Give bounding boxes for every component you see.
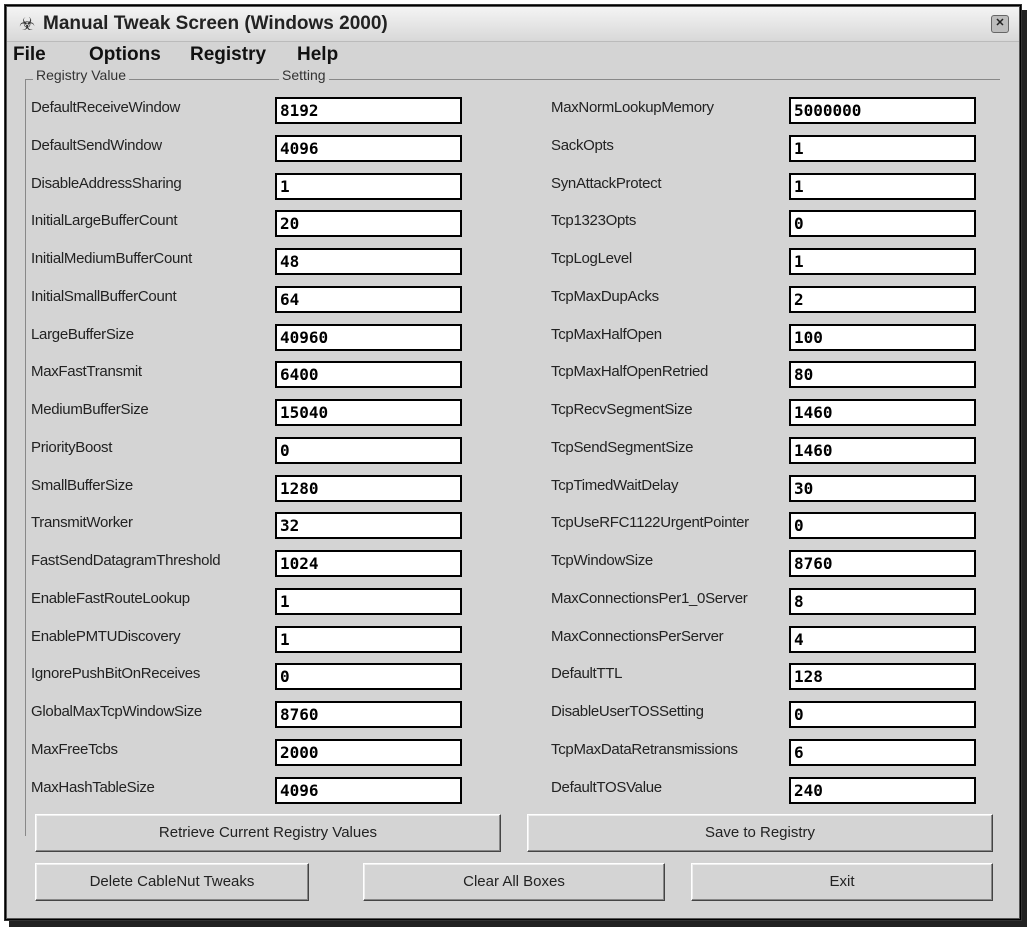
- menu-help[interactable]: Help: [297, 44, 338, 66]
- right-registry-value-label: DefaultTTL: [551, 665, 623, 683]
- right-registry-value-label: MaxNormLookupMemory: [551, 99, 714, 116]
- left-setting-input[interactable]: 20: [275, 210, 462, 238]
- left-registry-value-label: PriorityBoost: [31, 438, 113, 456]
- right-setting-input[interactable]: 1460: [789, 399, 976, 426]
- right-registry-value-label: TcpUseRFC1122UrgentPointer: [551, 514, 749, 532]
- left-setting-input[interactable]: 15040: [275, 399, 462, 426]
- left-setting-input[interactable]: 4096: [275, 776, 462, 804]
- left-setting-input[interactable]: 40960: [275, 323, 462, 351]
- right-registry-value-label: TcpWindowSize: [551, 552, 653, 569]
- save-to-registry-button[interactable]: Save to Registry: [527, 814, 993, 852]
- left-registry-value-label: InitialSmallBufferCount: [31, 287, 177, 305]
- delete-cablenut-tweaks-button[interactable]: Delete CableNut Tweaks: [35, 863, 309, 901]
- left-registry-value-label: DisableAddressSharing: [31, 174, 182, 192]
- left-setting-input[interactable]: 1: [275, 172, 462, 200]
- right-registry-value-label: TcpMaxDataRetransmissions: [551, 740, 738, 758]
- left-setting-input[interactable]: 6400: [275, 361, 462, 389]
- left-setting-input[interactable]: 64: [275, 285, 462, 313]
- right-registry-value-label: MaxConnectionsPer1_0Server: [551, 589, 748, 607]
- right-registry-value-label: SynAttackProtect: [551, 174, 662, 192]
- right-setting-input[interactable]: 5000000: [789, 97, 976, 124]
- left-setting-input[interactable]: 32: [275, 512, 462, 540]
- left-setting-input[interactable]: 1024: [275, 550, 462, 577]
- right-setting-input[interactable]: 6: [789, 738, 976, 766]
- left-registry-value-label: MaxFastTransmit: [31, 363, 142, 381]
- left-registry-value-label: SmallBufferSize: [31, 476, 133, 494]
- right-setting-input[interactable]: 240: [789, 776, 976, 804]
- right-registry-value-label: MaxConnectionsPerServer: [551, 627, 724, 645]
- right-setting-input[interactable]: 0: [789, 701, 976, 728]
- right-registry-value-label: TcpMaxDupAcks: [551, 287, 659, 305]
- setting-caption: Setting: [279, 67, 329, 83]
- left-registry-value-label: IgnorePushBitOnReceives: [31, 665, 201, 683]
- left-registry-value-label: EnableFastRouteLookup: [31, 589, 190, 607]
- left-registry-value-label: GlobalMaxTcpWindowSize: [31, 703, 202, 720]
- retrieve-values-button[interactable]: Retrieve Current Registry Values: [35, 814, 501, 852]
- menu-options[interactable]: Options: [89, 44, 161, 66]
- right-registry-value-label: TcpMaxHalfOpenRetried: [551, 363, 709, 381]
- left-registry-value-label: MediumBufferSize: [31, 401, 149, 418]
- clear-all-boxes-button[interactable]: Clear All Boxes: [363, 863, 665, 901]
- left-setting-input[interactable]: 2000: [275, 738, 462, 766]
- right-registry-value-label: TcpTimedWaitDelay: [551, 476, 679, 494]
- left-setting-input[interactable]: 1: [275, 587, 462, 615]
- exit-button[interactable]: Exit: [691, 863, 993, 901]
- right-registry-value-label: TcpMaxHalfOpen: [551, 325, 662, 343]
- menu-file[interactable]: File: [13, 44, 46, 66]
- left-registry-value-label: DefaultReceiveWindow: [31, 99, 181, 116]
- left-registry-value-label: FastSendDatagramThreshold: [31, 552, 221, 569]
- left-setting-input[interactable]: 0: [275, 663, 462, 691]
- left-registry-value-label: MaxFreeTcbs: [31, 740, 118, 758]
- left-setting-input[interactable]: 1280: [275, 474, 462, 502]
- right-setting-input[interactable]: 0: [789, 512, 976, 540]
- right-setting-input[interactable]: 1: [789, 134, 976, 162]
- left-setting-input[interactable]: 1: [275, 625, 462, 653]
- close-button[interactable]: ✕: [991, 15, 1009, 33]
- left-registry-value-label: TransmitWorker: [31, 514, 133, 532]
- right-registry-value-label: TcpRecvSegmentSize: [551, 401, 693, 418]
- left-registry-value-label: InitialMediumBufferCount: [31, 250, 192, 267]
- right-registry-value-label: DefaultTOSValue: [551, 778, 662, 796]
- left-registry-value-label: InitialLargeBufferCount: [31, 212, 178, 230]
- left-registry-value-label: EnablePMTUDiscovery: [31, 627, 181, 645]
- left-registry-value-label: MaxHashTableSize: [31, 778, 155, 796]
- title-bar[interactable]: ☣ Manual Tweak Screen (Windows 2000) ✕: [7, 7, 1019, 42]
- left-registry-value-label: LargeBufferSize: [31, 325, 134, 343]
- right-setting-input[interactable]: 2: [789, 285, 976, 313]
- window-title: Manual Tweak Screen (Windows 2000): [43, 13, 388, 34]
- left-setting-input[interactable]: 0: [275, 436, 462, 464]
- right-setting-input[interactable]: 80: [789, 361, 976, 389]
- right-setting-input[interactable]: 30: [789, 474, 976, 502]
- right-setting-input[interactable]: 1460: [789, 436, 976, 464]
- right-setting-input[interactable]: 128: [789, 663, 976, 691]
- menu-bar: File Options Registry Help: [7, 42, 1019, 70]
- left-registry-value-label: DefaultSendWindow: [31, 136, 162, 154]
- left-setting-input[interactable]: 8192: [275, 97, 462, 124]
- right-registry-value-label: SackOpts: [551, 136, 614, 154]
- right-registry-value-label: Tcp1323Opts: [551, 212, 637, 230]
- right-registry-value-label: TcpSendSegmentSize: [551, 438, 694, 456]
- right-setting-input[interactable]: 4: [789, 625, 976, 653]
- right-setting-input[interactable]: 8760: [789, 550, 976, 577]
- right-setting-input[interactable]: 8: [789, 587, 976, 615]
- registry-value-caption: Registry Value: [33, 67, 130, 83]
- left-setting-input[interactable]: 48: [275, 248, 462, 275]
- left-setting-input[interactable]: 4096: [275, 134, 462, 162]
- right-setting-input[interactable]: 1: [789, 248, 976, 275]
- manual-tweak-window: ☣ Manual Tweak Screen (Windows 2000) ✕ F…: [6, 6, 1020, 919]
- right-setting-input[interactable]: 1: [789, 172, 976, 200]
- right-setting-input[interactable]: 0: [789, 210, 976, 238]
- right-registry-value-label: DisableUserTOSSetting: [551, 703, 704, 720]
- app-icon: ☣: [19, 14, 36, 34]
- menu-registry[interactable]: Registry: [190, 44, 266, 66]
- right-setting-input[interactable]: 100: [789, 323, 976, 351]
- right-registry-value-label: TcpLogLevel: [551, 250, 632, 267]
- left-setting-input[interactable]: 8760: [275, 701, 462, 728]
